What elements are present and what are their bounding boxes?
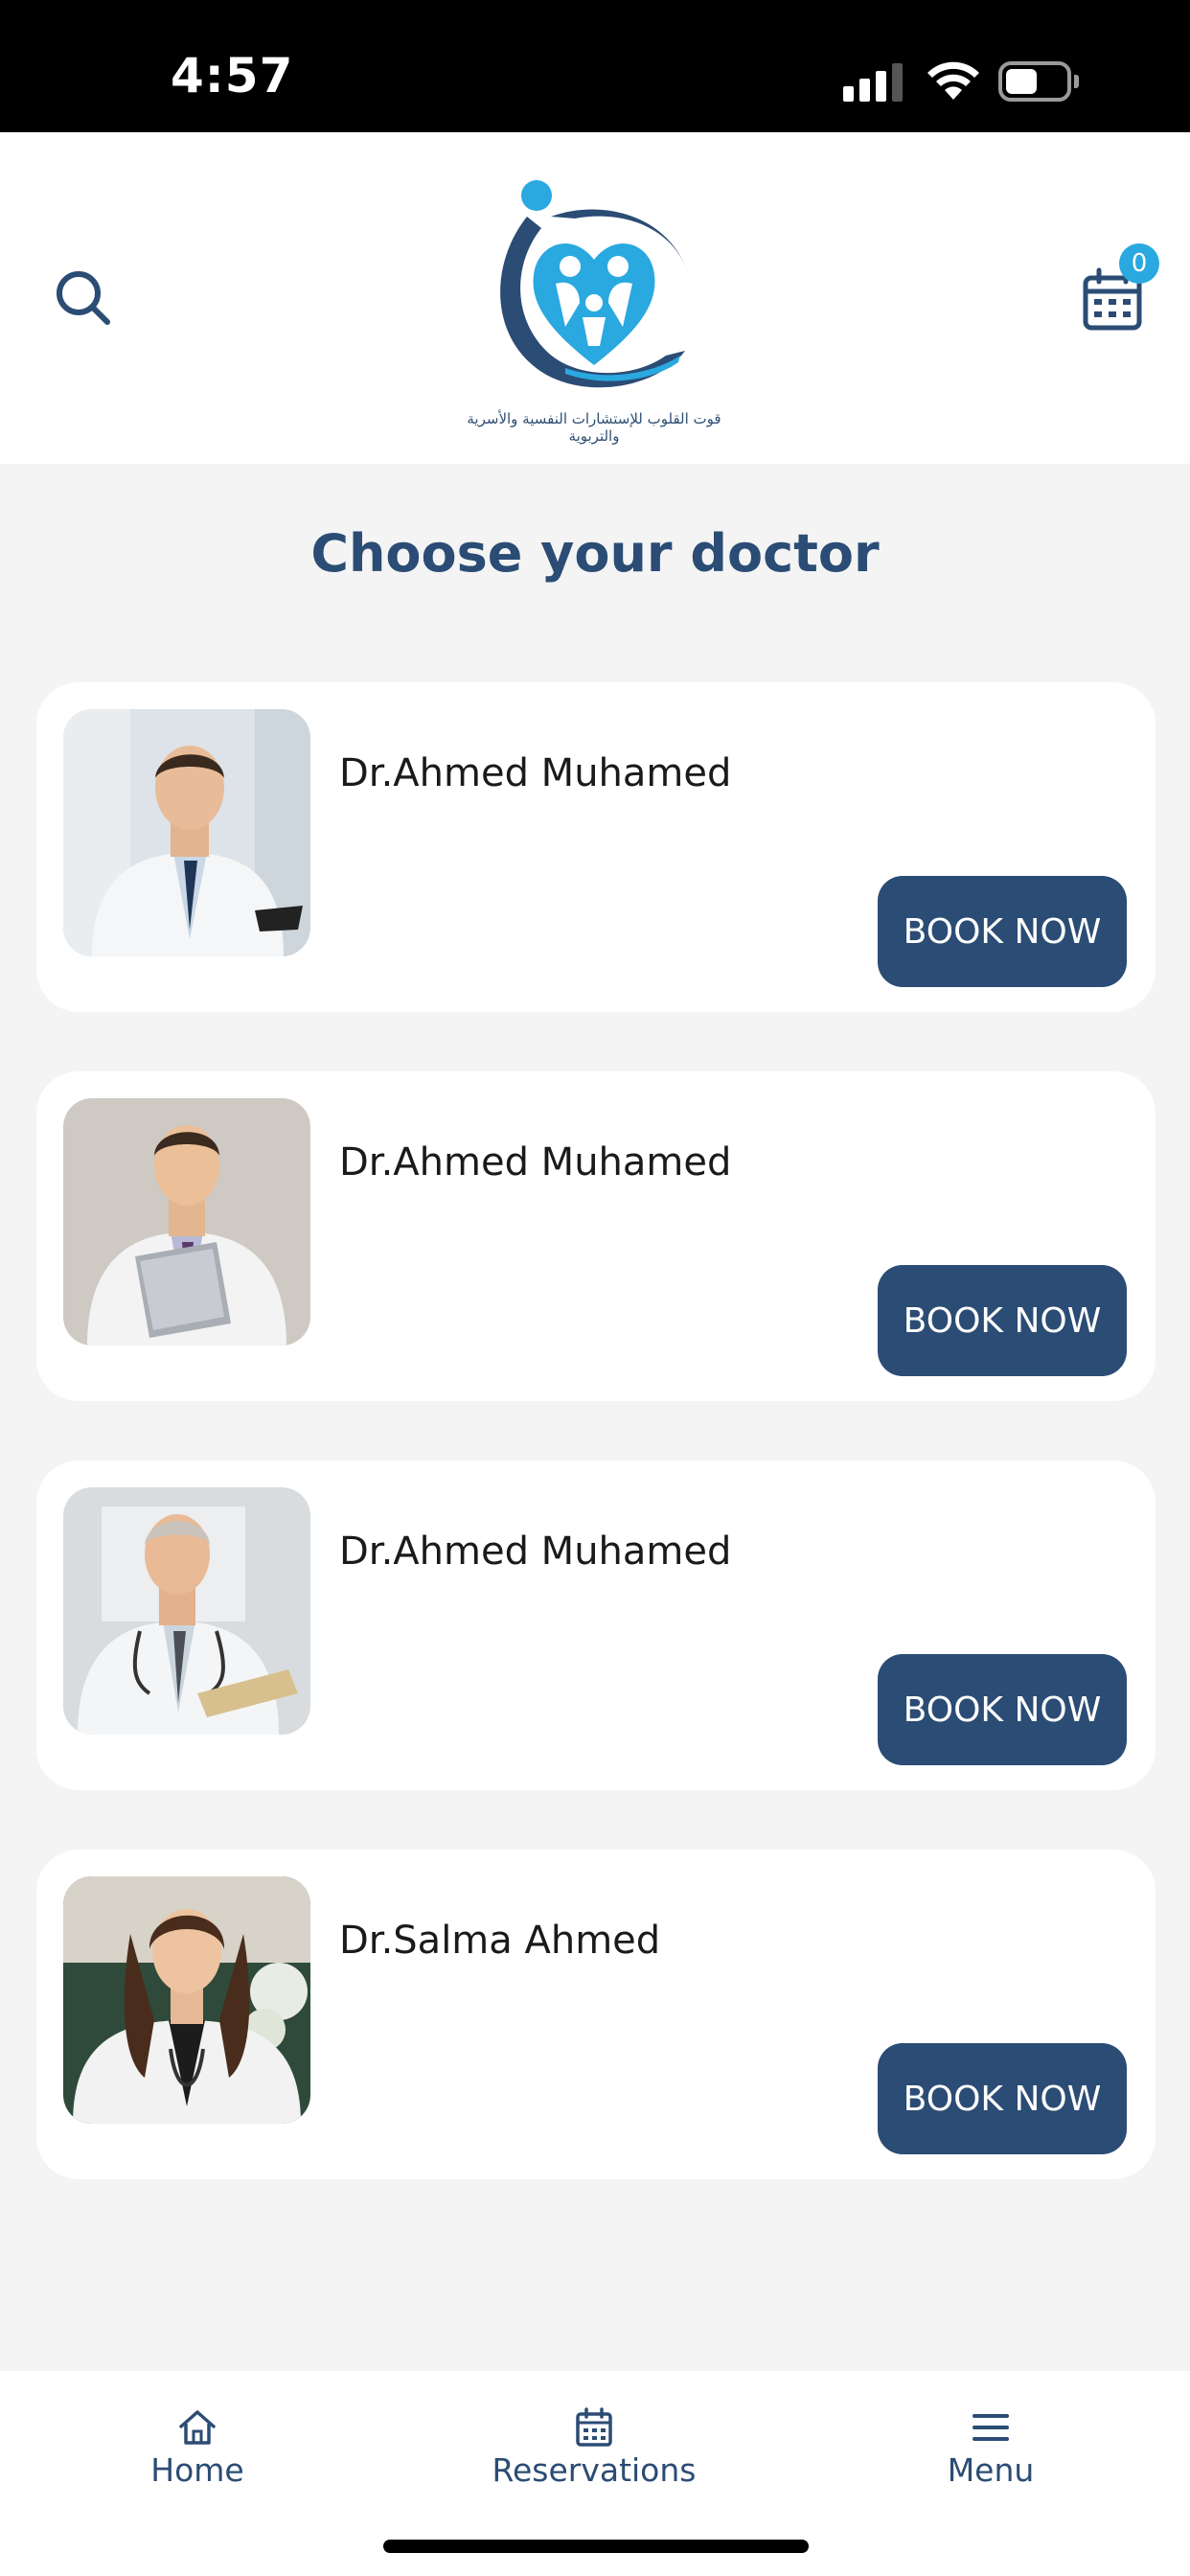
home-indicator[interactable] xyxy=(383,2540,809,2553)
nav-item-home[interactable]: Home xyxy=(54,2405,341,2489)
nav-item-reservations[interactable]: Reservations xyxy=(450,2405,738,2489)
status-bar: 4:57 xyxy=(0,0,1190,132)
calendar-icon xyxy=(576,2407,612,2447)
doctor-card[interactable]: Dr.Salma Ahmed BOOK NOW xyxy=(36,1850,1156,2179)
book-now-button[interactable]: BOOK NOW xyxy=(878,1265,1127,1376)
doctor-name: Dr.Salma Ahmed xyxy=(339,1919,661,1963)
doctor-name: Dr.Ahmed Muhamed xyxy=(339,1530,732,1574)
wifi-icon xyxy=(927,61,979,100)
app-header: قوت القلوب للإستشارات النفسية والأسرية و… xyxy=(0,132,1190,464)
logo-caption: قوت القلوب للإستشارات النفسية والأسرية و… xyxy=(467,410,721,445)
nav-label-menu: Menu xyxy=(947,2451,1035,2489)
reservations-count-badge: 0 xyxy=(1119,243,1159,284)
status-time: 4:57 xyxy=(171,48,294,104)
page-title: Choose your doctor xyxy=(310,523,880,584)
doctor-photo xyxy=(63,1876,310,2124)
doctor-card[interactable]: Dr.Ahmed Muhamed BOOK NOW xyxy=(36,1071,1156,1401)
brand-logo xyxy=(500,180,688,388)
battery-icon xyxy=(998,61,1079,102)
doctor-photo xyxy=(63,1487,310,1735)
doctor-photo xyxy=(63,709,310,956)
doctor-photo xyxy=(63,1098,310,1346)
nav-item-menu[interactable]: Menu xyxy=(847,2405,1134,2489)
nav-label-reservations: Reservations xyxy=(492,2451,697,2489)
book-now-button[interactable]: BOOK NOW xyxy=(878,1654,1127,1765)
doctor-name: Dr.Ahmed Muhamed xyxy=(339,1140,732,1184)
menu-icon xyxy=(973,2414,1009,2441)
doctor-card[interactable]: Dr.Ahmed Muhamed BOOK NOW xyxy=(36,1460,1156,1790)
search-icon[interactable] xyxy=(50,264,117,332)
book-now-button[interactable]: BOOK NOW xyxy=(878,2043,1127,2154)
doctor-name: Dr.Ahmed Muhamed xyxy=(339,751,732,795)
book-now-button[interactable]: BOOK NOW xyxy=(878,876,1127,987)
home-icon xyxy=(179,2410,216,2445)
doctor-card[interactable]: Dr.Ahmed Muhamed BOOK NOW xyxy=(36,682,1156,1012)
cellular-signal-icon xyxy=(843,63,904,102)
nav-label-home: Home xyxy=(150,2451,244,2489)
